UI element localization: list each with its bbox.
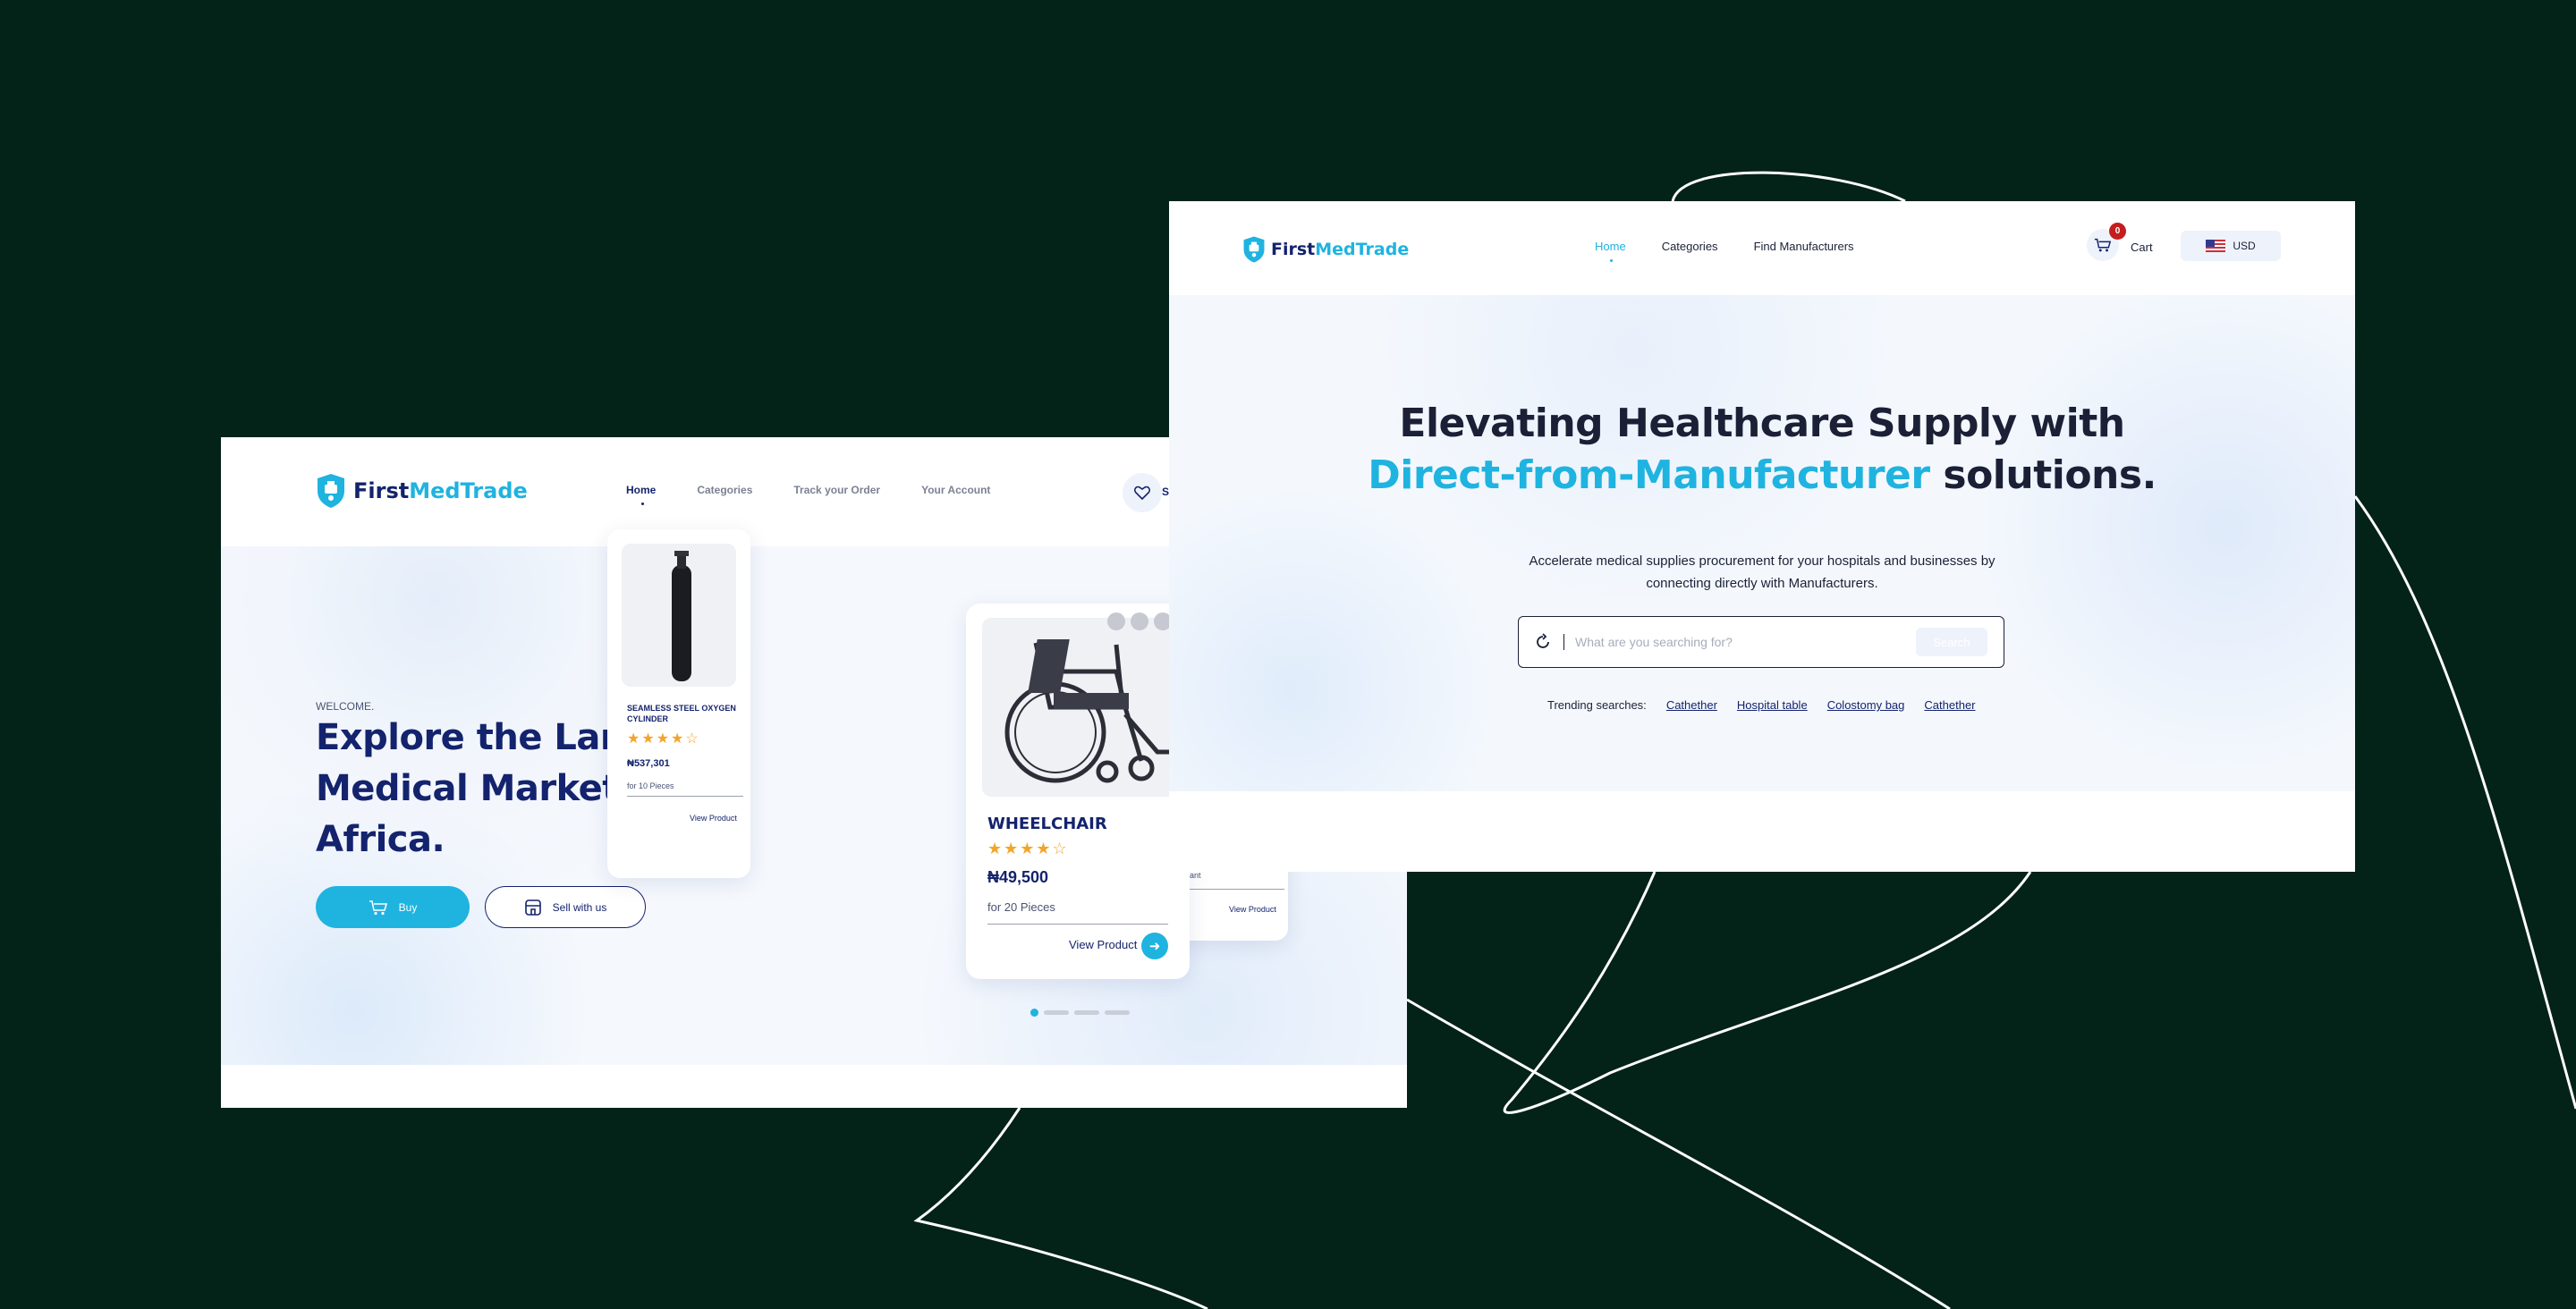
product-qty: for 10 Pieces	[627, 781, 674, 790]
logo-text-medtrade: MedTrade	[409, 478, 528, 503]
cart-label[interactable]: Cart	[2131, 241, 2153, 254]
sell-with-us-button[interactable]: Sell with us	[485, 886, 646, 928]
view-product-link[interactable]: View Product	[1229, 905, 1276, 914]
divider	[1190, 889, 1284, 890]
trending-link[interactable]: Colostomy bag	[1827, 698, 1905, 712]
arrow-right-icon[interactable]: ➜	[1141, 933, 1168, 959]
welcome-label: WELCOME.	[316, 700, 375, 713]
hero-subtitle: Accelerate medical supplies procurement …	[1169, 550, 2355, 595]
hero-headline: Elevating Healthcare Supply with Direct-…	[1169, 398, 2355, 502]
product-title: WHEELCHAIR	[987, 815, 1107, 833]
trending-link[interactable]: Cathether	[1924, 698, 1975, 712]
product-card-wheelchair[interactable]: WHEELCHAIR ★★★★☆ ₦49,500 for 20 Pieces V…	[966, 604, 1190, 979]
logo-text-first: First	[1271, 240, 1316, 259]
currency-label: USD	[2233, 240, 2256, 252]
product-image-oxygen-cylinder	[622, 544, 736, 687]
hero-section: Elevating Healthcare Supply with Direct-…	[1169, 295, 2355, 791]
heart-icon	[1134, 486, 1150, 500]
trending-label: Trending searches:	[1547, 698, 1647, 712]
footer-strip	[221, 1065, 1407, 1108]
oxygen-cylinder-image	[672, 551, 691, 681]
nav-categories[interactable]: Categories	[1662, 240, 1718, 253]
search-icon	[1533, 632, 1553, 652]
headline-accent: Direct-from-Manufacturer	[1368, 452, 1930, 498]
card-icon-group	[1107, 612, 1172, 630]
main-nav: Home Categories Track your Order Your Ac…	[626, 484, 990, 505]
search-input[interactable]	[1575, 635, 1916, 649]
nav-account[interactable]: Your Account	[921, 484, 990, 496]
product-qty-partial: ant	[1190, 871, 1201, 880]
nav-track-order[interactable]: Track your Order	[793, 484, 880, 496]
currency-selector[interactable]: USD	[2181, 231, 2281, 261]
nav-home[interactable]: Home	[626, 484, 656, 505]
wheelchair-image	[1004, 639, 1174, 783]
product-price: ₦537,301	[627, 758, 670, 769]
shield-logo-icon	[1243, 236, 1265, 263]
subtitle-line2: connecting directly with Manufacturers.	[1646, 576, 1878, 591]
cart-count-badge: 0	[2109, 223, 2126, 240]
logo-text-medtrade: MedTrade	[1315, 240, 1410, 259]
right-screenshot: FirstMedTrade Home Categories Find Manuf…	[1169, 201, 2355, 872]
nav-home[interactable]: Home	[1595, 240, 1626, 262]
search-bar: Search	[1518, 616, 2004, 668]
product-image-wheelchair	[982, 618, 1190, 797]
share-icon[interactable]	[1131, 612, 1148, 630]
divider	[627, 796, 743, 797]
logo-text-first: First	[353, 478, 410, 503]
trending-searches: Trending searches: Cathether Hospital ta…	[1547, 698, 1976, 712]
cart-icon	[2094, 238, 2112, 252]
nav-categories[interactable]: Categories	[697, 484, 752, 496]
cart-icon	[369, 899, 387, 915]
carousel-dot[interactable]	[1105, 1010, 1130, 1015]
sell-label: Sell with us	[552, 900, 607, 914]
product-qty: for 20 Pieces	[987, 900, 1055, 914]
search-button[interactable]: Search	[1916, 628, 1987, 656]
product-title: SEAMLESS STEEL OXYGEN CYLINDER	[627, 704, 736, 723]
product-card-oxygen[interactable]: SEAMLESS STEEL OXYGEN CYLINDER ★★★★☆ ₦53…	[607, 529, 750, 878]
product-price: ₦49,500	[987, 868, 1049, 886]
heart-icon[interactable]	[1107, 612, 1125, 630]
divider	[987, 924, 1168, 925]
headline-rest: solutions.	[1929, 452, 2157, 498]
trending-link[interactable]: Cathether	[1666, 698, 1717, 712]
carousel-dot-active[interactable]	[1030, 1009, 1038, 1017]
carousel-dot[interactable]	[1044, 1010, 1069, 1015]
us-flag-icon	[2206, 240, 2226, 252]
buy-label: Buy	[398, 900, 418, 914]
shield-logo-icon	[318, 474, 344, 508]
main-nav: Home Categories Find Manufacturers	[1595, 240, 1854, 262]
rating-stars: ★★★★☆	[987, 840, 1069, 857]
wishlist-button[interactable]	[1123, 473, 1162, 512]
nav-find-manufacturers[interactable]: Find Manufacturers	[1754, 240, 1854, 253]
logo[interactable]: FirstMedTrade	[1242, 235, 1409, 264]
wishlist-label: S	[1162, 486, 1170, 498]
subtitle-line1: Accelerate medical supplies procurement …	[1529, 553, 1996, 569]
trending-link[interactable]: Hospital table	[1737, 698, 1808, 712]
carousel-dot[interactable]	[1074, 1010, 1099, 1015]
footer-strip	[1169, 791, 2355, 872]
buy-button[interactable]: Buy	[316, 886, 470, 928]
rating-stars: ★★★★☆	[627, 731, 700, 747]
carousel-indicators	[1030, 1009, 1130, 1017]
view-product-link[interactable]: View Product	[1069, 938, 1137, 951]
logo[interactable]: FirstMedTrade	[316, 473, 528, 509]
view-product-link[interactable]: View Product	[690, 814, 737, 823]
store-icon	[524, 899, 541, 916]
headline-line1: Elevating Healthcare Supply with	[1399, 401, 2125, 446]
text-caret	[1563, 634, 1564, 650]
